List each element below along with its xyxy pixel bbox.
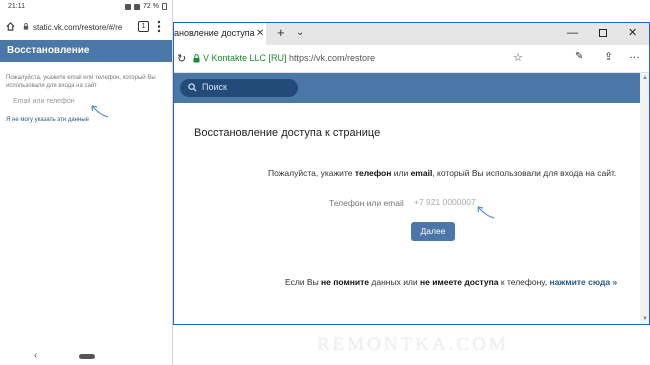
phone-email-label: Телефон или email xyxy=(329,198,404,208)
home-icon[interactable] xyxy=(6,22,15,31)
scroll-down-icon[interactable]: ▼ xyxy=(642,316,648,322)
browser-window: ановление доступа ✕ + ⌄ — ✕ ↻ V Kontakte… xyxy=(173,22,650,325)
cant-provide-link[interactable]: Я не могу указать эти данные xyxy=(6,117,89,123)
status-time: 21:11 xyxy=(8,3,25,10)
click-here-link[interactable]: нажмите сюда » xyxy=(549,277,617,287)
new-tab-button[interactable]: + xyxy=(277,25,285,40)
chevron-down-icon[interactable]: ⌄ xyxy=(296,27,304,38)
maximize-button[interactable] xyxy=(599,29,607,37)
next-button[interactable]: Далее xyxy=(411,222,455,241)
arrow-icon xyxy=(477,206,495,219)
star-icon[interactable]: ☆ xyxy=(513,51,523,64)
instruction-text: Пожалуйста, укажите телефон или email, к… xyxy=(268,168,617,178)
phone-page-header: Восстановление xyxy=(0,40,172,62)
phone-url-text[interactable]: static.vk.com/restore/#/re xyxy=(33,23,122,32)
arrow-icon xyxy=(91,105,109,118)
wifi-icon xyxy=(134,3,141,10)
status-icons: 72 % xyxy=(125,3,167,10)
watermark: REMONTKA.COM xyxy=(317,334,509,355)
lock-icon xyxy=(23,23,29,30)
footer-text: Если Вы не помните данных или не имеете … xyxy=(285,277,618,287)
phone-screen: 21:11 72 % static.vk.com/restore/#/re 1 … xyxy=(0,0,173,365)
phone-url-bar: static.vk.com/restore/#/re 1 xyxy=(0,14,172,40)
phone-nav-bar: ‹ xyxy=(0,345,172,365)
battery-icon xyxy=(162,3,167,10)
page-title: Восстановление доступа к странице xyxy=(194,127,381,139)
window-close-button[interactable]: ✕ xyxy=(628,26,637,39)
title-bar: ановление доступа ✕ + ⌄ — ✕ xyxy=(174,23,649,45)
scrollbar[interactable]: ▲ ▼ xyxy=(640,73,649,324)
pen-icon[interactable]: ✎ xyxy=(575,51,583,62)
address-bar: ↻ V Kontakte LLC [RU] https://vk.com/res… xyxy=(174,45,649,73)
certificate-name[interactable]: V Kontakte LLC [RU] xyxy=(203,53,287,63)
lock-icon[interactable] xyxy=(193,54,200,63)
search-placeholder: Поиск xyxy=(202,82,227,92)
tabs-icon[interactable]: 1 xyxy=(138,21,149,32)
back-icon[interactable]: ‹ xyxy=(34,350,37,361)
active-tab[interactable]: ановление доступа ✕ xyxy=(174,23,266,45)
close-icon[interactable]: ✕ xyxy=(256,28,264,39)
address-url[interactable]: https://vk.com/restore xyxy=(289,53,375,63)
search-icon xyxy=(188,83,197,92)
phone-page-title: Восстановление xyxy=(7,45,90,56)
battery-text: 72 % xyxy=(143,3,159,10)
status-bar: 21:11 72 % xyxy=(0,0,172,14)
scroll-up-icon[interactable]: ▲ xyxy=(642,75,648,81)
vk-header: Поиск xyxy=(174,73,640,103)
signal-icon xyxy=(125,3,132,10)
search-input[interactable]: Поиск xyxy=(180,79,298,97)
more-icon[interactable]: … xyxy=(629,49,641,61)
tab-title: ановление доступа xyxy=(174,28,255,38)
more-icon[interactable] xyxy=(157,20,161,33)
share-icon[interactable]: ⇪ xyxy=(604,50,613,63)
phone-email-input[interactable]: Email или телефон xyxy=(6,95,164,109)
refresh-icon[interactable]: ↻ xyxy=(177,52,186,65)
home-gesture-bar[interactable] xyxy=(79,354,95,359)
minimize-button[interactable]: — xyxy=(567,27,578,39)
phone-help-text: Пожалуйста, укажите email или телефон, к… xyxy=(6,75,156,89)
restore-page: Восстановление доступа к странице Пожалу… xyxy=(174,103,640,324)
